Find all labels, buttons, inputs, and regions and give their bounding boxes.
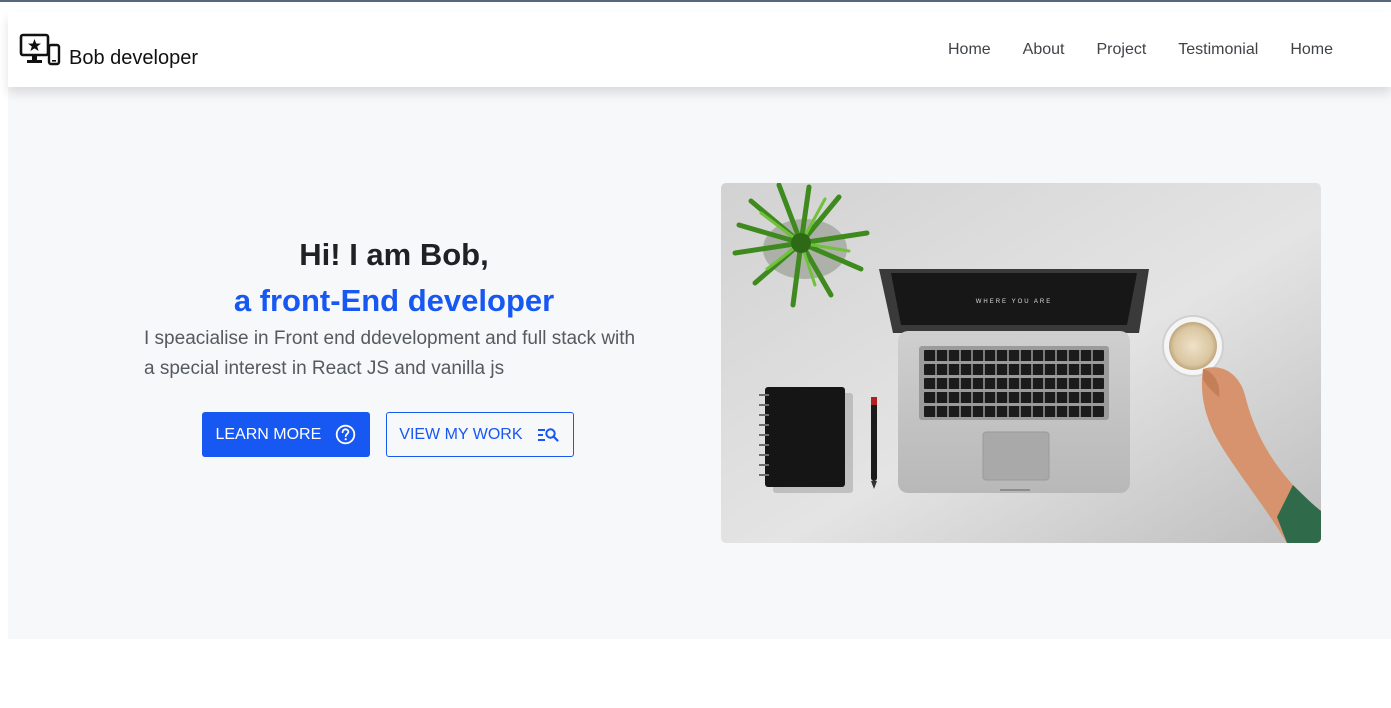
brand[interactable]: Bob developer xyxy=(19,28,198,68)
main-nav: Home About Project Testimonial Home xyxy=(948,12,1391,87)
brand-name: Bob developer xyxy=(69,47,198,69)
nav-testimonial[interactable]: Testimonial xyxy=(1178,41,1258,59)
pen xyxy=(871,397,877,489)
view-my-work-label: VIEW MY WORK xyxy=(399,425,523,443)
laptop: WHERE YOU ARE xyxy=(879,269,1149,493)
learn-more-label: LEARN MORE xyxy=(215,425,322,443)
hero-description: I speacialise in Front end ddevelopment … xyxy=(144,328,636,379)
top-border xyxy=(0,0,1391,2)
hero-role: a front-End developer xyxy=(233,283,555,318)
hero-text: Hi! I am Bob, a front-End developer I sp… xyxy=(144,232,644,457)
nav-home-2[interactable]: Home xyxy=(1290,41,1333,59)
svg-text:WHERE YOU ARE: WHERE YOU ARE xyxy=(976,299,1053,305)
question-circle-icon xyxy=(336,424,356,445)
coffee-cup xyxy=(1162,315,1224,377)
hero-greeting: Hi! I am Bob, xyxy=(299,237,489,272)
hero-image: WHERE YOU ARE xyxy=(721,183,1321,543)
desk-illustration: WHERE YOU ARE xyxy=(721,183,1321,543)
view-my-work-button[interactable]: VIEW MY WORK xyxy=(386,412,574,457)
list-search-icon xyxy=(537,427,559,442)
devices-star-icon xyxy=(19,33,61,66)
notebook xyxy=(759,387,853,493)
nav-about[interactable]: About xyxy=(1023,41,1065,59)
nav-home[interactable]: Home xyxy=(948,41,991,59)
hero-section: Hi! I am Bob, a front-End developer I sp… xyxy=(8,87,1391,639)
learn-more-button[interactable]: LEARN MORE xyxy=(202,412,371,457)
hero-buttons: LEARN MORE VIEW MY WORK xyxy=(144,412,644,457)
navbar: Bob developer Home About Project Testimo… xyxy=(8,12,1391,87)
nav-project[interactable]: Project xyxy=(1096,41,1146,59)
